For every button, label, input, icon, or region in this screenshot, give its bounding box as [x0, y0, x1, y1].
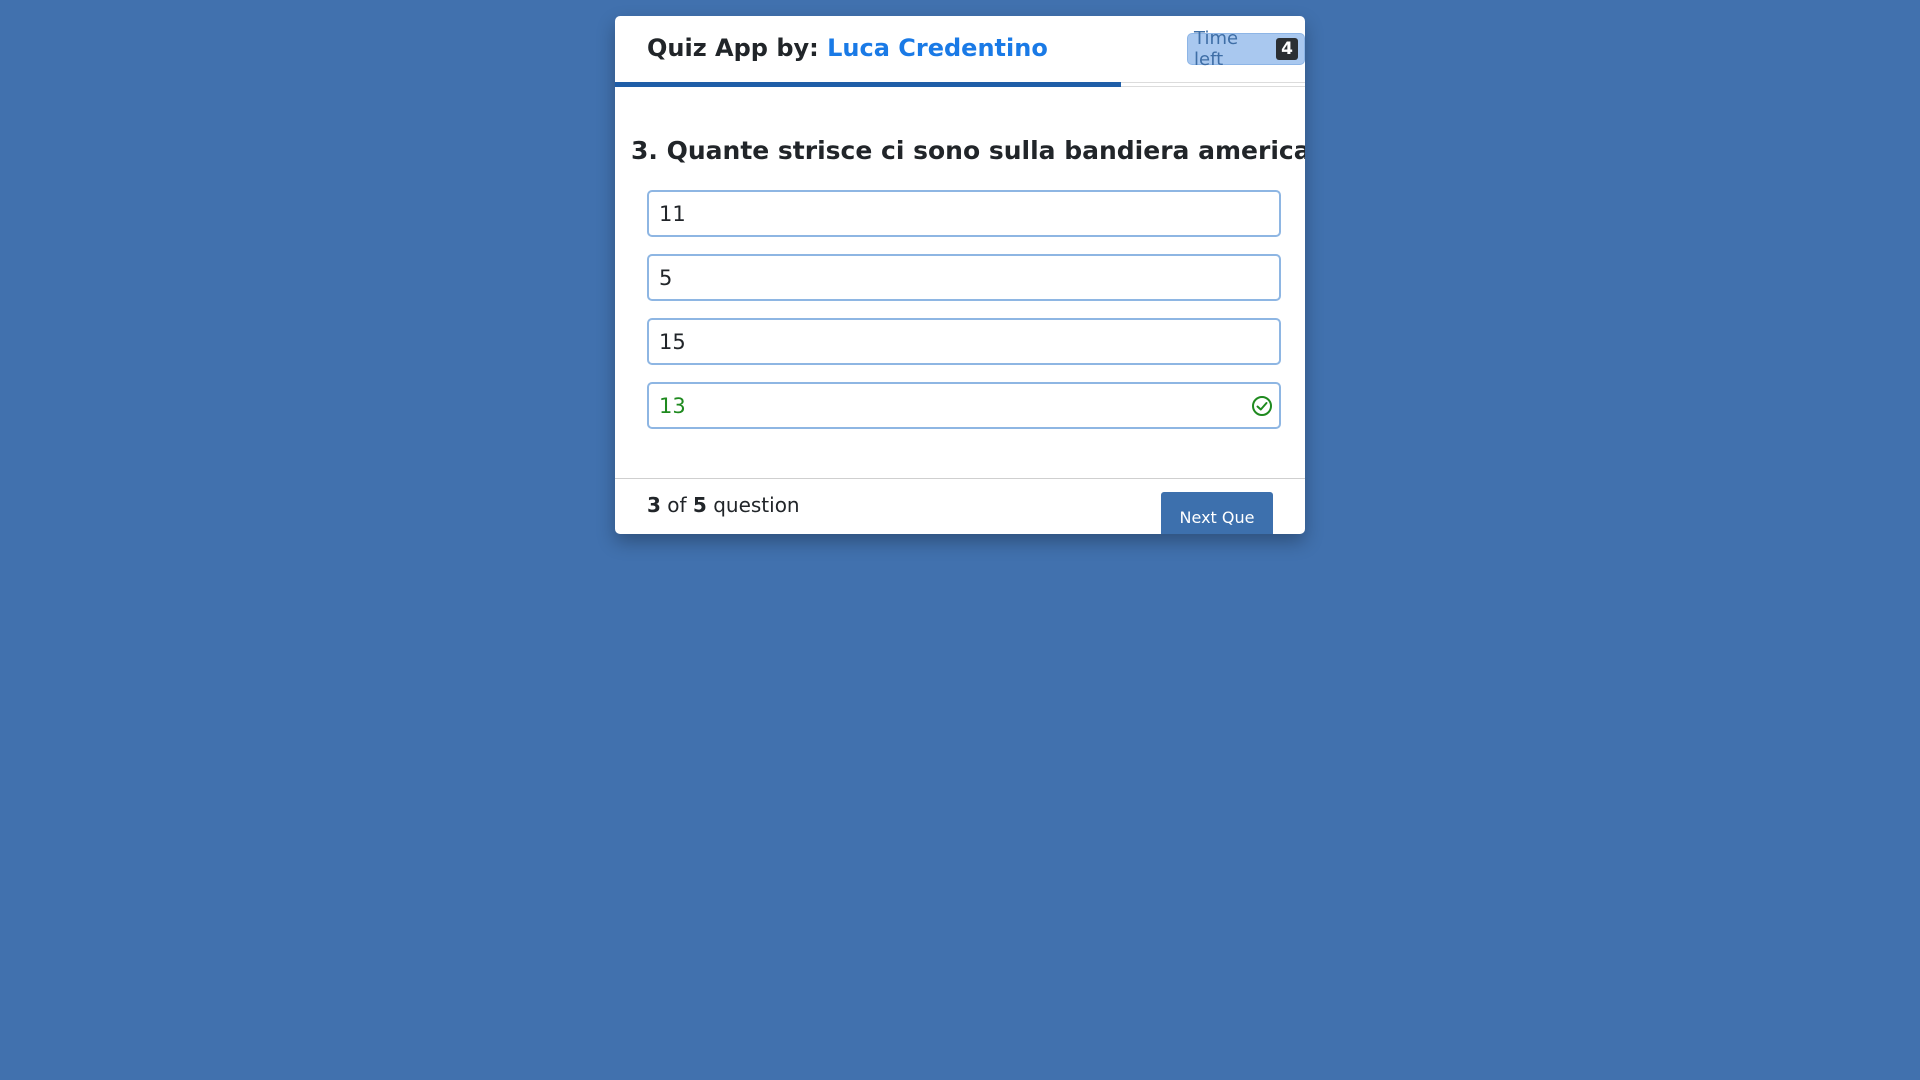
answer-option[interactable]: 15: [647, 318, 1281, 365]
answer-option[interactable]: 11: [647, 190, 1281, 237]
timer-seconds: 4: [1276, 38, 1298, 60]
question-counter: 3 of 5 question: [647, 493, 800, 517]
counter-suffix: question: [713, 493, 800, 517]
current-question-number: 3: [647, 493, 661, 517]
answer-option-label: 13: [659, 393, 686, 418]
answer-options: 11 5 15 13: [647, 190, 1281, 446]
card-header: Quiz App by: Luca Credentino Time left 4: [615, 16, 1305, 84]
answer-option-label: 5: [659, 265, 673, 290]
app-title-prefix: Quiz App by:: [647, 34, 819, 62]
progress-bar-fill: [615, 82, 1121, 87]
card-footer: 3 of 5 question Next Que: [615, 478, 1305, 534]
counter-of-label: of: [667, 493, 687, 517]
timer-label: Time left: [1194, 28, 1239, 70]
next-question-button[interactable]: Next Que: [1161, 492, 1273, 534]
app-title: Quiz App by: Luca Credentino: [647, 34, 1048, 62]
timer-badge: Time left 4: [1187, 28, 1305, 70]
answer-option-label: 15: [659, 329, 686, 354]
answer-option-correct[interactable]: 13: [647, 382, 1281, 429]
check-circle-icon: [1252, 395, 1272, 416]
total-questions-number: 5: [692, 493, 707, 517]
quiz-card: Quiz App by: Luca Credentino Time left 4…: [615, 16, 1305, 534]
answer-option-label: 11: [659, 201, 686, 226]
question-text: 3. Quante strisce ci sono sulla bandiera…: [631, 136, 1305, 165]
author-name: Luca Credentino: [827, 34, 1048, 62]
answer-option[interactable]: 5: [647, 254, 1281, 301]
